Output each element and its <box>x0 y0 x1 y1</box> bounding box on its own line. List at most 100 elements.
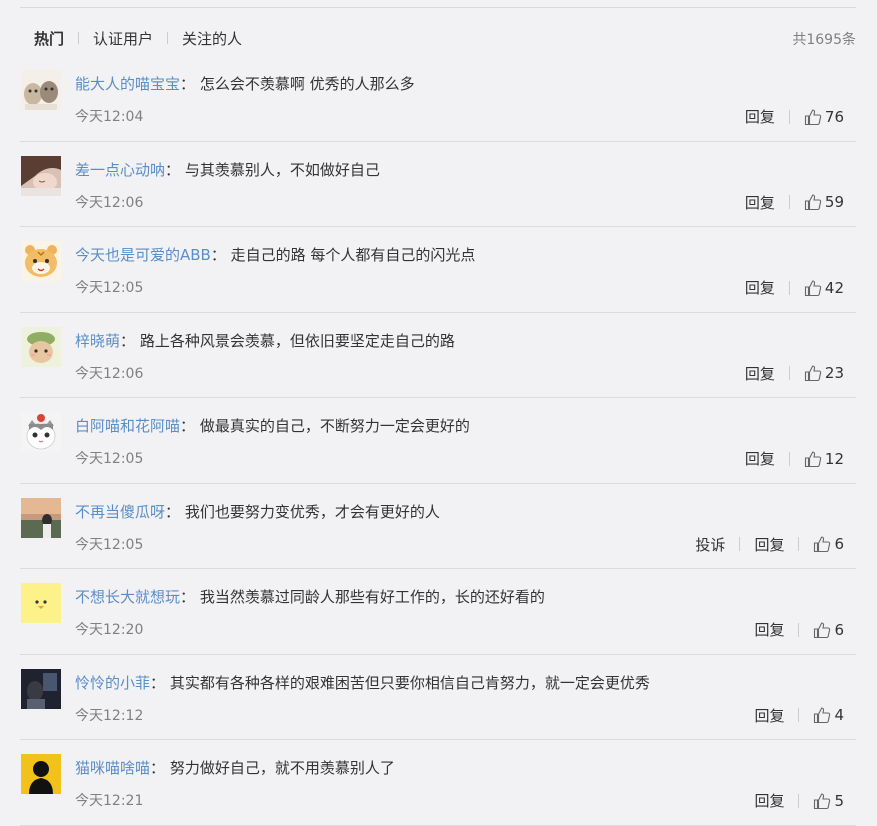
comment-item: 白阿喵和花阿喵： 做最真实的自己，不断努力一定会更好的 今天12:05 回复 1… <box>20 398 856 484</box>
comment-body: 差一点心动呐： 与其羡慕别人，不如做好自己 <box>75 159 380 180</box>
like-button[interactable]: 76 <box>804 108 844 126</box>
username-link[interactable]: 梓晓萌 <box>75 332 120 350</box>
duck-avatar[interactable] <box>21 583 61 623</box>
like-button[interactable]: 6 <box>813 621 844 639</box>
reply-button[interactable]: 回复 <box>745 106 775 127</box>
sleeping-girl-avatar[interactable] <box>21 155 61 196</box>
action-divider <box>798 537 800 551</box>
comment-text: 努力做好自己，就不用羡慕别人了 <box>169 759 395 777</box>
tab-verified-users[interactable]: 认证用户 <box>93 28 153 49</box>
report-button[interactable]: 投诉 <box>695 534 725 555</box>
comment-body: 不想长大就想玩： 我当然羡慕过同龄人那些有好工作的，长的还好看的 <box>75 586 545 607</box>
like-count: 5 <box>834 791 844 810</box>
like-button[interactable]: 5 <box>813 792 844 810</box>
comment-item: 怜怜的小菲： 其实都有各种各样的艰难困苦但只要你相信自己肯努力，就一定会更优秀 … <box>20 655 856 740</box>
comment-body: 梓晓萌： 路上各种风景会羡慕，但依旧要坚定走自己的路 <box>75 330 455 351</box>
action-divider <box>798 622 800 637</box>
comment-text: 走自己的路 每个人都有自己的闪光点 <box>230 246 476 264</box>
comment-body: 猫咪喵啥喵： 努力做好自己，就不用羡慕别人了 <box>75 757 395 778</box>
like-button[interactable]: 6 <box>813 535 844 553</box>
reply-button[interactable]: 回复 <box>745 277 775 298</box>
action-divider <box>788 109 790 124</box>
reply-button[interactable]: 回复 <box>745 363 775 384</box>
colon-separator: ： <box>210 246 226 264</box>
comment-actions: 回复 42 <box>745 277 844 298</box>
comment-time: 今天12:05 <box>75 451 144 467</box>
like-button[interactable]: 12 <box>804 450 844 468</box>
comment-item: 能大人的喵宝宝： 怎么会不羡慕啊 优秀的人那么多 今天12:04 回复 76 <box>20 56 856 142</box>
silhouette-avatar[interactable] <box>21 754 61 794</box>
cats-avatar[interactable] <box>21 70 61 110</box>
total-count: 共1695条 <box>792 32 856 48</box>
colon-separator: ： <box>150 673 166 692</box>
comment-actions: 回复 6 <box>754 619 844 640</box>
username-link[interactable]: 猫咪喵啥喵 <box>75 759 150 777</box>
thumbs-up-icon <box>804 279 822 296</box>
comment-actions: 回复 76 <box>745 106 844 127</box>
thumbs-up-icon <box>814 536 831 553</box>
like-button[interactable]: 42 <box>804 279 844 297</box>
comment-text: 与其羡慕别人，不如做好自己 <box>184 160 380 179</box>
action-divider <box>788 366 790 380</box>
frog-hat-avatar[interactable] <box>21 326 61 367</box>
comment-text: 做最真实的自己，不断努力一定会更好的 <box>199 417 470 435</box>
comment-item: 不想长大就想玩： 我当然羡慕过同龄人那些有好工作的，长的还好看的 今天12:20… <box>20 569 856 655</box>
tab-divider <box>78 32 80 44</box>
tab-divider <box>167 32 169 44</box>
tiger-avatar[interactable] <box>21 241 61 281</box>
action-divider <box>739 537 741 551</box>
comment-item: 梓晓萌： 路上各种风景会羡慕，但依旧要坚定走自己的路 今天12:06 回复 23 <box>20 313 856 398</box>
comment-item: 今天也是可爱的ABB： 走自己的路 每个人都有自己的闪光点 今天12:05 回复… <box>20 227 856 313</box>
colon-separator: ： <box>150 759 166 777</box>
username-link[interactable]: 差一点心动呐 <box>75 161 165 179</box>
like-count: 23 <box>824 364 844 382</box>
username-link[interactable]: 怜怜的小菲 <box>75 674 150 692</box>
comment-actions: 回复 59 <box>745 192 844 213</box>
comment-text: 我们也要努力变优秀，才会有更好的人 <box>184 502 440 521</box>
reply-button[interactable]: 回复 <box>754 790 784 811</box>
reply-button[interactable]: 回复 <box>754 619 784 640</box>
sunset-avatar[interactable] <box>21 497 61 538</box>
like-button[interactable]: 23 <box>804 364 844 382</box>
username-link[interactable]: 白阿喵和花阿喵 <box>75 417 180 435</box>
action-divider <box>788 280 790 295</box>
username-link[interactable]: 不再当傻瓜呀 <box>75 503 165 521</box>
username-link[interactable]: 今天也是可爱的ABB <box>75 246 211 264</box>
comment-item: 差一点心动呐： 与其羡慕别人，不如做好自己 今天12:06 回复 59 <box>20 142 856 227</box>
comment-time: 今天12:05 <box>75 536 144 553</box>
comment-body: 怜怜的小菲： 其实都有各种各样的艰难困苦但只要你相信自己肯努力，就一定会更优秀 <box>75 672 650 693</box>
like-button[interactable]: 59 <box>804 193 844 211</box>
thumbs-up-icon <box>804 194 822 211</box>
top-divider <box>20 7 856 8</box>
comment-text: 怎么会不羡慕啊 优秀的人那么多 <box>199 75 415 93</box>
reply-button[interactable]: 回复 <box>754 705 784 726</box>
comment-text: 我当然羡慕过同龄人那些有好工作的，长的还好看的 <box>199 588 545 606</box>
colon-separator: ： <box>180 588 196 606</box>
comment-tabs: 热门 认证用户 关注的人 <box>34 27 242 49</box>
comment-actions: 回复 23 <box>745 363 844 384</box>
username-link[interactable]: 不想长大就想玩 <box>75 588 180 606</box>
dark-photo-avatar[interactable] <box>21 668 61 709</box>
thumbs-up-icon <box>804 365 822 382</box>
colon-separator: ： <box>180 75 196 93</box>
tab-hot[interactable]: 热门 <box>34 28 64 49</box>
comment-time: 今天12:06 <box>75 194 144 211</box>
colon-separator: ： <box>165 160 181 179</box>
white-cat-avatar[interactable] <box>21 412 61 452</box>
reply-button[interactable]: 回复 <box>754 534 784 555</box>
comment-body: 不再当傻瓜呀： 我们也要努力变优秀，才会有更好的人 <box>75 501 440 522</box>
username-link[interactable]: 能大人的喵宝宝 <box>75 75 180 93</box>
like-count: 6 <box>834 535 844 553</box>
tab-following[interactable]: 关注的人 <box>182 28 242 49</box>
comment-list: 能大人的喵宝宝： 怎么会不羡慕啊 优秀的人那么多 今天12:04 回复 76 差… <box>20 56 856 826</box>
comment-body: 今天也是可爱的ABB： 走自己的路 每个人都有自己的闪光点 <box>75 244 475 265</box>
colon-separator: ： <box>120 331 136 350</box>
like-count: 4 <box>834 706 844 724</box>
like-button[interactable]: 4 <box>813 706 844 724</box>
reply-button[interactable]: 回复 <box>745 192 775 213</box>
comment-body: 白阿喵和花阿喵： 做最真实的自己，不断努力一定会更好的 <box>75 415 470 436</box>
comment-actions: 回复 5 <box>754 790 844 811</box>
comment-time: 今天12:21 <box>75 793 144 809</box>
reply-button[interactable]: 回复 <box>745 448 775 469</box>
comment-time: 今天12:05 <box>75 280 144 296</box>
